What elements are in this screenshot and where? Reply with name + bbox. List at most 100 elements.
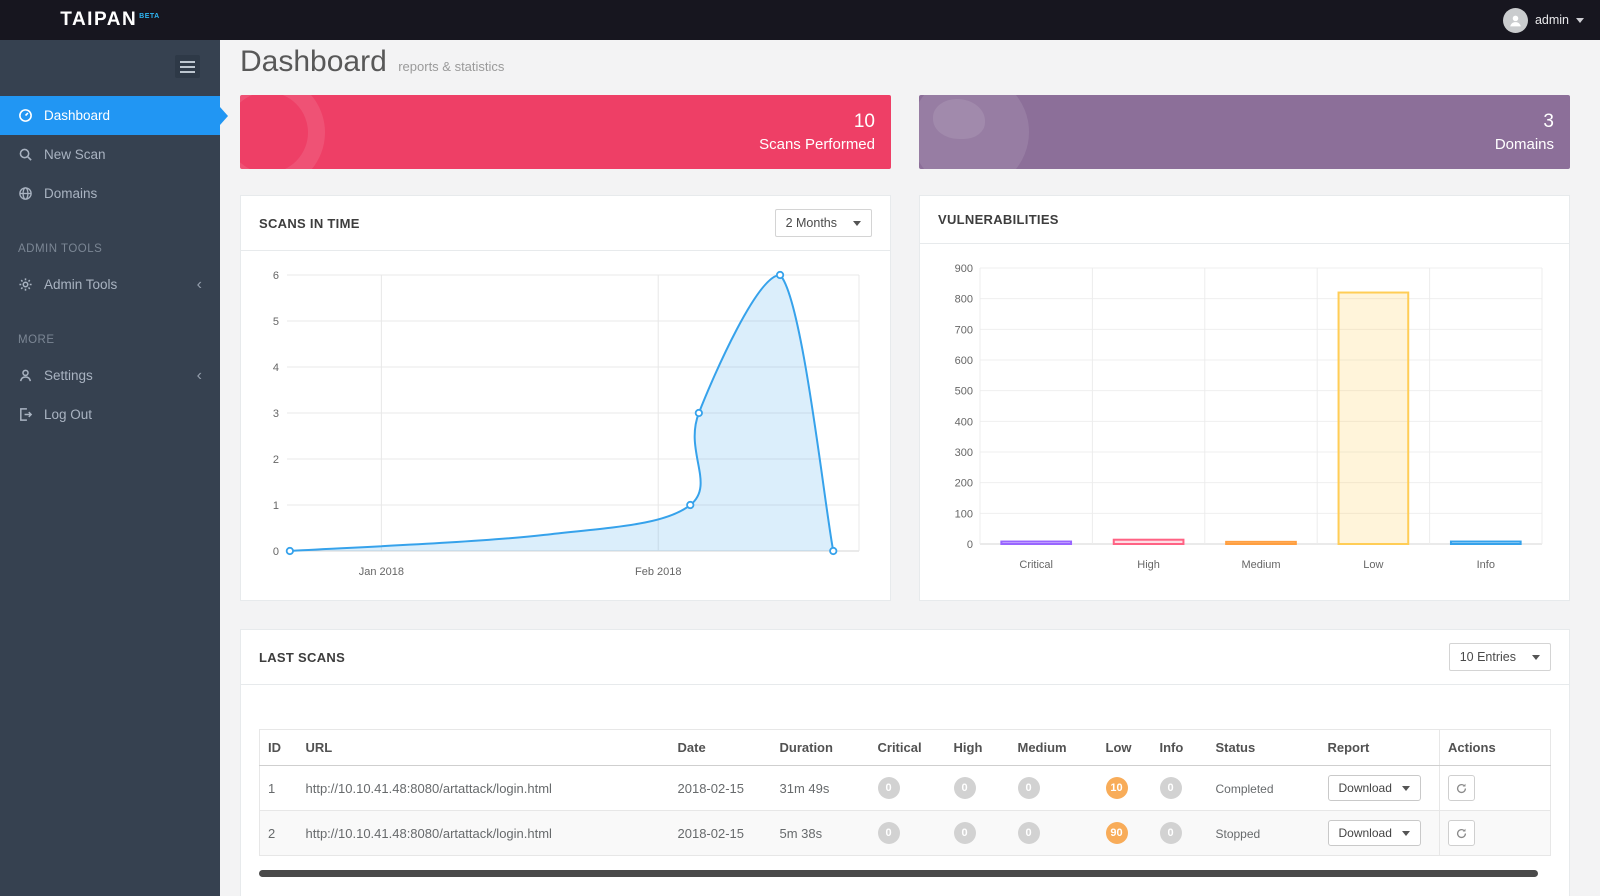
dashboard-gauge-icon <box>19 109 32 122</box>
main-content: Home › Dashboard Dashboard reports & sta… <box>220 14 1600 896</box>
caret-down-icon <box>1401 785 1410 791</box>
panel-title: LAST SCANS <box>259 649 346 665</box>
cell-duration: 5m 38s <box>771 810 870 856</box>
time-range-select[interactable]: 2 Months <box>774 209 872 237</box>
cell-date: 2018-02-15 <box>669 765 772 811</box>
cell-url: http://10.10.41.48:8080/artattack/login.… <box>297 810 670 856</box>
col-header-url: URL <box>297 729 670 766</box>
high-count-badge: 0 <box>953 777 976 799</box>
svg-text:3: 3 <box>273 408 279 420</box>
panel-title: SCANS IN TIME <box>259 215 360 231</box>
cell-id: 1 <box>259 765 298 811</box>
critical-count-badge: 0 <box>877 822 900 844</box>
svg-text:300: 300 <box>955 447 973 459</box>
scans-line-chart: 0 1 2 3 4 5 6 Jan 2018 Feb 2018 <box>273 270 860 578</box>
sidebar-item-new-scan[interactable]: New Scan <box>0 135 220 174</box>
status-label: Stopped <box>1215 826 1261 841</box>
stat-label: Domains <box>1494 136 1554 153</box>
high-count-badge: 0 <box>953 822 976 844</box>
download-report-button[interactable]: Download <box>1327 775 1421 801</box>
download-report-button[interactable]: Download <box>1327 820 1421 846</box>
horizontal-scrollbar[interactable] <box>259 870 1539 877</box>
user-avatar-icon <box>1510 15 1521 26</box>
sidebar-item-dashboard[interactable]: Dashboard <box>0 96 220 135</box>
stat-card-scans-performed: 10 Scans Performed <box>240 95 891 169</box>
sidebar-item-label: Log Out <box>44 407 93 422</box>
stat-card-domains: 3 Domains <box>919 95 1570 169</box>
sidebar-item-label: Domains <box>44 186 98 201</box>
beta-badge: BETA <box>139 12 160 20</box>
sidebar: Dashboard New Scan Domains ADMIN TOOLS A… <box>0 40 220 896</box>
sidebar-item-settings[interactable]: Settings ‹ <box>0 356 220 395</box>
logout-icon <box>20 408 33 421</box>
table-header-row: ID URL Date Duration Critical High Mediu… <box>259 729 1551 766</box>
sidebar-item-label: Settings <box>44 368 93 383</box>
search-icon <box>19 148 32 161</box>
col-header-actions: Actions <box>1439 729 1551 766</box>
panel-title: VULNERABILITIES <box>938 212 1059 227</box>
entries-select[interactable]: 10 Entries <box>1448 643 1551 671</box>
col-header-info: Info <box>1151 729 1208 766</box>
stat-value: 10 <box>853 111 875 132</box>
sidebar-section-more: MORE <box>18 334 55 346</box>
chevron-left-icon: ‹ <box>196 366 202 384</box>
rescan-button[interactable] <box>1448 820 1475 846</box>
chevron-left-icon: ‹ <box>196 275 202 293</box>
low-count-badge: 10 <box>1105 777 1128 799</box>
hamburger-icon <box>180 60 195 63</box>
globe-decoration <box>919 95 1029 169</box>
svg-text:900: 900 <box>955 263 973 275</box>
globe-icon <box>19 187 32 200</box>
svg-text:2: 2 <box>273 454 279 466</box>
col-header-low: Low <box>1097 729 1152 766</box>
topbar: TAIPAN BETA admin <box>0 0 1600 40</box>
user-menu[interactable]: admin <box>1502 7 1584 33</box>
brand-logo: TAIPAN BETA <box>0 9 220 31</box>
info-count-badge: 0 <box>1159 777 1182 799</box>
entries-value: 10 Entries <box>1459 650 1516 664</box>
svg-text:Jan 2018: Jan 2018 <box>359 566 404 578</box>
username-label: admin <box>1534 13 1569 27</box>
caret-down-icon <box>1401 830 1410 836</box>
col-header-duration: Duration <box>771 729 870 766</box>
cell-url: http://10.10.41.48:8080/artattack/login.… <box>297 765 670 811</box>
sidebar-item-label: Admin Tools <box>44 277 118 292</box>
rescan-button[interactable] <box>1448 775 1475 801</box>
info-count-badge: 0 <box>1159 822 1182 844</box>
refresh-icon <box>1457 783 1467 793</box>
medium-count-badge: 0 <box>1017 777 1040 799</box>
person-icon <box>19 369 32 382</box>
svg-text:Low: Low <box>1363 559 1383 571</box>
sidebar-item-label: New Scan <box>44 147 106 162</box>
svg-text:0: 0 <box>967 539 973 551</box>
vulnerabilities-panel: VULNERABILITIES 0 100 200 300 400 500 600 700 80… <box>919 195 1570 601</box>
scans-table: ID URL Date Duration Critical High Mediu… <box>259 729 1551 856</box>
vulnerabilities-bar-chart: 0 100 200 300 400 500 600 700 800 900 Critical High… <box>955 263 1543 571</box>
status-label: Completed <box>1215 781 1274 796</box>
low-count-badge: 90 <box>1105 822 1128 844</box>
sidebar-item-domains[interactable]: Domains <box>0 174 220 213</box>
svg-text:5: 5 <box>273 316 279 328</box>
svg-text:Info: Info <box>1477 559 1495 571</box>
col-header-id: ID <box>259 729 298 766</box>
caret-down-icon <box>1532 654 1540 660</box>
sidebar-item-log-out[interactable]: Log Out <box>0 395 220 434</box>
page-title: Dashboard <box>240 45 387 78</box>
refresh-icon <box>1457 828 1467 838</box>
chevron-down-icon <box>1576 17 1584 23</box>
svg-text:Critical: Critical <box>1019 559 1053 571</box>
table-row: 1 http://10.10.41.48:8080/artattack/logi… <box>259 765 1551 811</box>
sidebar-item-label: Dashboard <box>44 108 111 123</box>
scans-table-wrap: ID URL Date Duration Critical High Mediu… <box>259 729 1551 877</box>
page-subtitle: reports & statistics <box>398 59 505 74</box>
svg-text:0: 0 <box>273 546 279 558</box>
col-header-high: High <box>945 729 1010 766</box>
medium-count-badge: 0 <box>1017 822 1040 844</box>
caret-down-icon <box>853 220 861 226</box>
svg-text:4: 4 <box>273 362 279 374</box>
sidebar-section-admin-tools: ADMIN TOOLS <box>18 243 103 255</box>
sidebar-toggle-button[interactable] <box>175 55 200 78</box>
download-label: Download <box>1338 781 1392 795</box>
svg-text:6: 6 <box>273 270 279 282</box>
sidebar-item-admin-tools[interactable]: Admin Tools ‹ <box>0 265 220 304</box>
